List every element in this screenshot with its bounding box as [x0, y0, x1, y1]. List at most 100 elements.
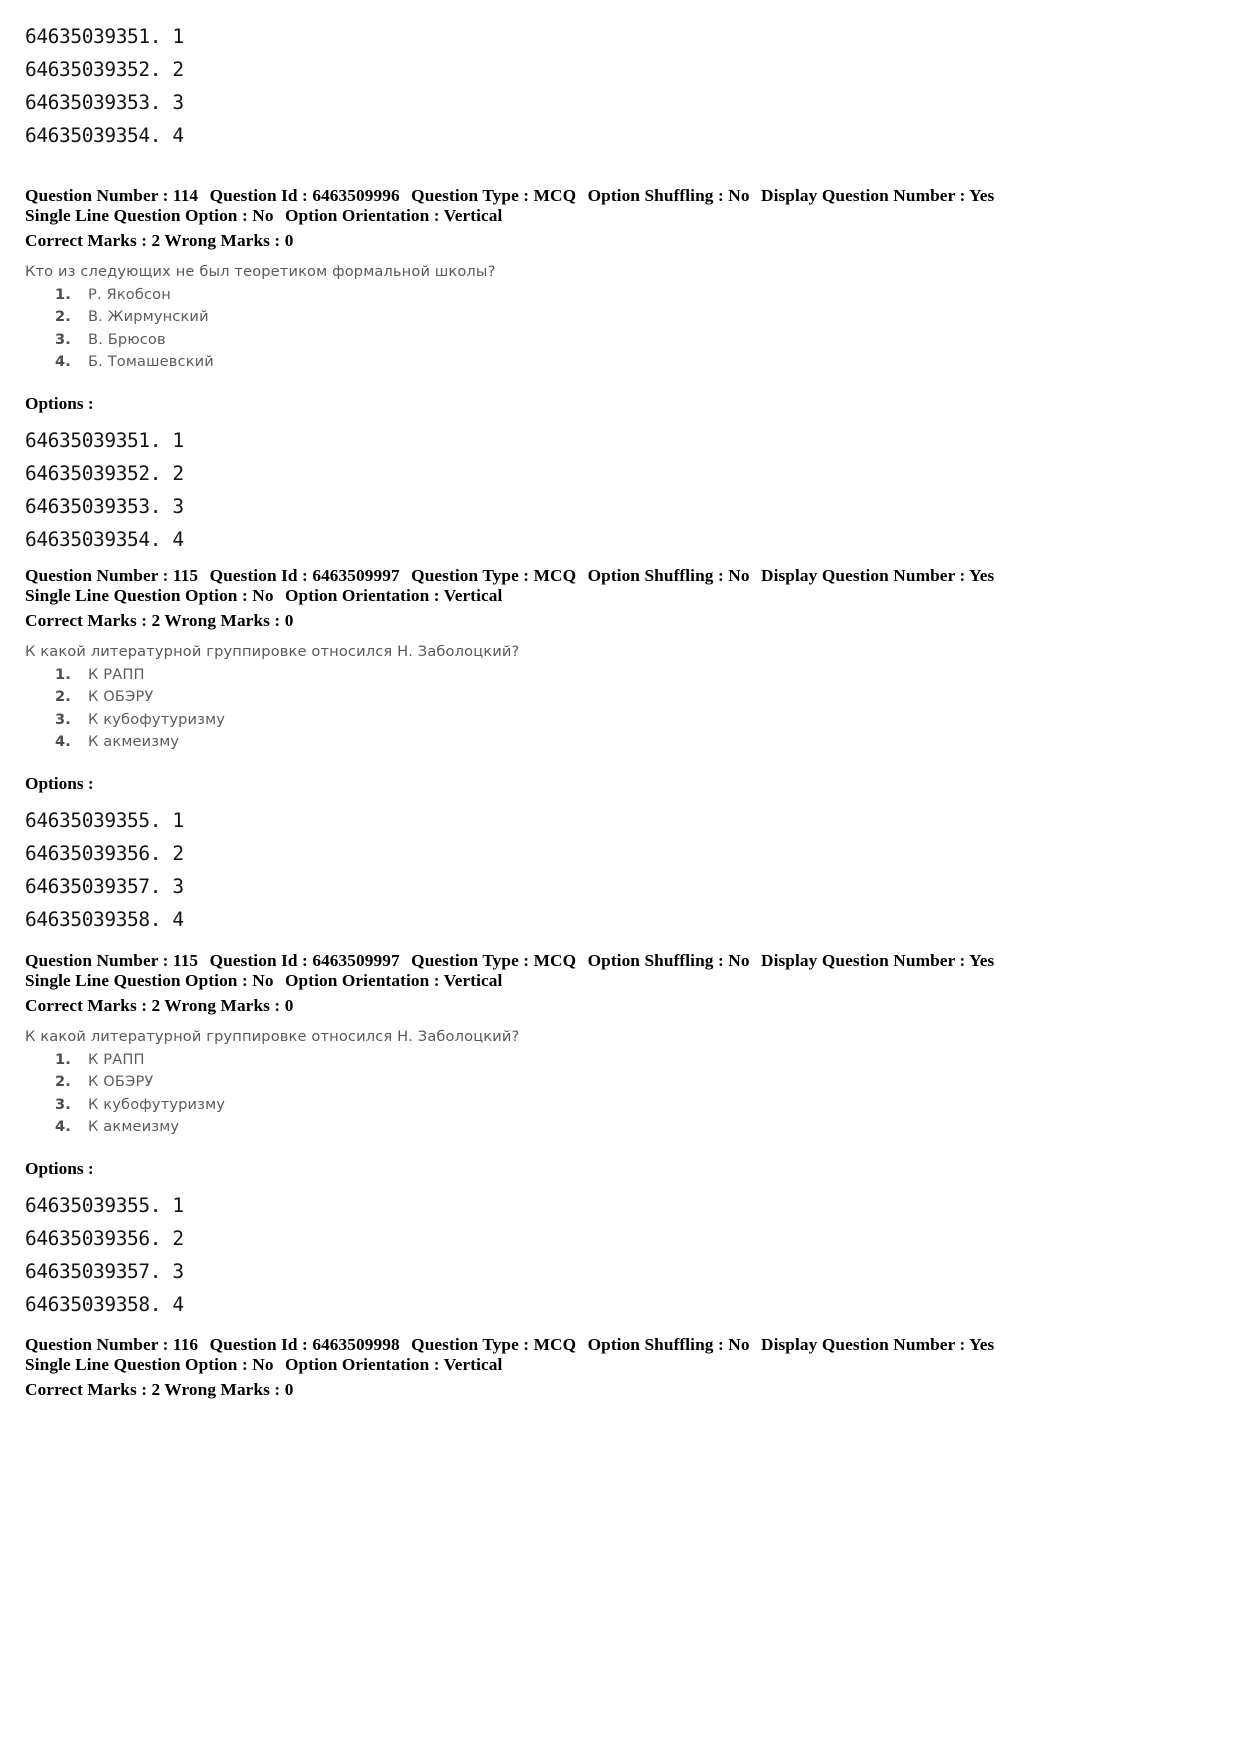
choice-number: 1. — [55, 285, 71, 303]
option-orientation-value: Vertical — [443, 205, 503, 225]
question-body: К какой литературной группировке относил… — [25, 1028, 1215, 1139]
choice-text: В. Брюсов — [88, 330, 166, 348]
question-choice-list: 1. К РАПП 2. К ОБЭРУ 3. К кубофутуризму … — [25, 664, 1215, 754]
marks-line: Correct Marks : 2 Wrong Marks : 0 — [25, 611, 1215, 631]
question-choice: 3. К кубофутуризму — [25, 1094, 1215, 1117]
question-choice: 4. К акмеизму — [25, 731, 1215, 754]
wrong-marks-value: 0 — [284, 1380, 294, 1400]
display-question-number-value: Yes — [969, 566, 995, 585]
question-type-label: Question Type : — [411, 566, 530, 585]
option-orientation-label: Option Orientation : — [284, 970, 440, 990]
question-block: Question Number : 115 Question Id : 6463… — [25, 566, 1215, 936]
question-meta-line-1: Question Number : 115 Question Id : 6463… — [25, 951, 1215, 971]
correct-marks-label: Correct Marks : — [25, 1380, 148, 1400]
display-question-number-value: Yes — [969, 186, 995, 205]
option-id-item: 64635039357. 3 — [25, 874, 184, 898]
question-id-value: 6463509997 — [312, 951, 400, 970]
choice-text: Р. Якобсон — [88, 285, 171, 303]
question-meta-line-2: Single Line Question Option : No Option … — [25, 586, 1215, 606]
single-line-question-option-label: Single Line Question Option : — [25, 970, 248, 990]
question-choice: 2. К ОБЭРУ — [25, 1071, 1215, 1094]
correct-marks-value: 2 — [151, 611, 161, 631]
question-stem: К какой литературной группировке относил… — [25, 642, 520, 660]
choice-number: 1. — [55, 665, 71, 683]
choice-number: 1. — [55, 1050, 71, 1068]
question-number-label: Question Number : — [25, 186, 169, 205]
wrong-marks-label: Wrong Marks : — [164, 1380, 281, 1400]
option-id-item: 64635039355. 1 — [25, 1193, 184, 1217]
option-shuffling-value: No — [728, 951, 750, 970]
question-choice: 4. Б. Томашевский — [25, 351, 1215, 374]
question-type-label: Question Type : — [411, 951, 530, 970]
choice-number: 4. — [55, 1118, 71, 1136]
wrong-marks-label: Wrong Marks : — [164, 231, 281, 251]
choice-number: 4. — [55, 353, 71, 371]
choice-number: 3. — [55, 330, 71, 348]
display-question-number-label: Display Question Number : — [761, 186, 966, 205]
question-block: Question Number : 115 Question Id : 6463… — [25, 951, 1215, 1321]
option-shuffling-label: Option Shuffling : — [587, 951, 724, 970]
option-id-item: 64635039354. 4 — [25, 527, 184, 551]
option-shuffling-value: No — [728, 1335, 750, 1354]
correct-marks-value: 2 — [151, 231, 161, 251]
choice-text: К ОБЭРУ — [88, 1073, 154, 1091]
question-meta-line-1: Question Number : 116 Question Id : 6463… — [25, 1335, 1215, 1355]
correct-marks-value: 2 — [151, 996, 161, 1016]
question-body: Кто из следующих не был теоретиком форма… — [25, 263, 1215, 374]
question-choice: 3. В. Брюсов — [25, 329, 1215, 352]
choice-number: 3. — [55, 1095, 71, 1113]
option-id-item: 64635039353. 3 — [25, 494, 184, 518]
single-line-question-option-label: Single Line Question Option : — [25, 585, 248, 605]
question-choice: 3. К кубофутуризму — [25, 709, 1215, 732]
option-id-item: 64635039351. 1 — [25, 428, 184, 452]
choice-number: 2. — [55, 688, 71, 706]
option-id-item: 64635039358. 4 — [25, 1292, 184, 1316]
options-label: Options : — [25, 393, 94, 413]
option-shuffling-label: Option Shuffling : — [587, 186, 724, 205]
document-page: 64635039351. 1 64635039352. 2 6463503935… — [0, 0, 1240, 1754]
choice-text: Б. Томашевский — [88, 353, 214, 371]
option-id-item: 64635039355. 1 — [25, 808, 184, 832]
question-number-value: 116 — [172, 1335, 199, 1354]
wrong-marks-value: 0 — [284, 611, 294, 631]
question-number-value: 115 — [172, 951, 199, 970]
marks-line: Correct Marks : 2 Wrong Marks : 0 — [25, 996, 1215, 1016]
question-choice-list: 1. Р. Якобсон 2. В. Жирмунский 3. В. Брю… — [25, 284, 1215, 374]
choice-text: К кубофутуризму — [88, 710, 226, 728]
choice-text: В. Жирмунский — [88, 308, 209, 326]
option-id-list: 64635039351. 1 64635039352. 2 6463503935… — [25, 20, 184, 152]
option-id-item: 64635039352. 2 — [25, 58, 184, 81]
question-stem: Кто из следующих не был теоретиком форма… — [25, 262, 496, 280]
option-orientation-value: Vertical — [443, 1354, 503, 1374]
question-choice: 1. Р. Якобсон — [25, 284, 1215, 307]
display-question-number-value: Yes — [969, 1335, 995, 1354]
question-type-label: Question Type : — [411, 186, 530, 205]
question-meta-line-1: Question Number : 115 Question Id : 6463… — [25, 566, 1215, 586]
question-meta-line-1: Question Number : 114 Question Id : 6463… — [25, 186, 1215, 206]
display-question-number-label: Display Question Number : — [761, 1335, 966, 1354]
question-id-value: 6463509996 — [312, 186, 400, 205]
question-choice: 2. К ОБЭРУ — [25, 686, 1215, 709]
question-number-label: Question Number : — [25, 951, 169, 970]
question-choice: 1. К РАПП — [25, 664, 1215, 687]
question-number-value: 115 — [172, 566, 199, 585]
choice-number: 2. — [55, 1073, 71, 1091]
correct-marks-label: Correct Marks : — [25, 231, 148, 251]
option-id-item: 64635039354. 4 — [25, 124, 184, 147]
options-label: Options : — [25, 1158, 94, 1178]
question-block: Question Number : 114 Question Id : 6463… — [25, 186, 1215, 556]
continued-option-id-list: 64635039351. 1 64635039352. 2 6463503935… — [25, 20, 184, 152]
choice-text: К кубофутуризму — [88, 1095, 226, 1113]
question-body: К какой литературной группировке относил… — [25, 643, 1215, 754]
correct-marks-label: Correct Marks : — [25, 996, 148, 1016]
option-id-item: 64635039351. 1 — [25, 25, 184, 48]
option-orientation-value: Vertical — [443, 585, 503, 605]
choice-text: К акмеизму — [88, 1118, 180, 1136]
single-line-question-option-value: No — [252, 970, 274, 990]
option-id-item: 64635039358. 4 — [25, 907, 184, 931]
option-shuffling-value: No — [728, 566, 750, 585]
question-choice: 2. В. Жирмунский — [25, 306, 1215, 329]
option-id-list: 64635039351. 1 64635039352. 2 6463503935… — [25, 424, 1215, 556]
single-line-question-option-label: Single Line Question Option : — [25, 205, 248, 225]
choice-text: К РАПП — [88, 1050, 145, 1068]
